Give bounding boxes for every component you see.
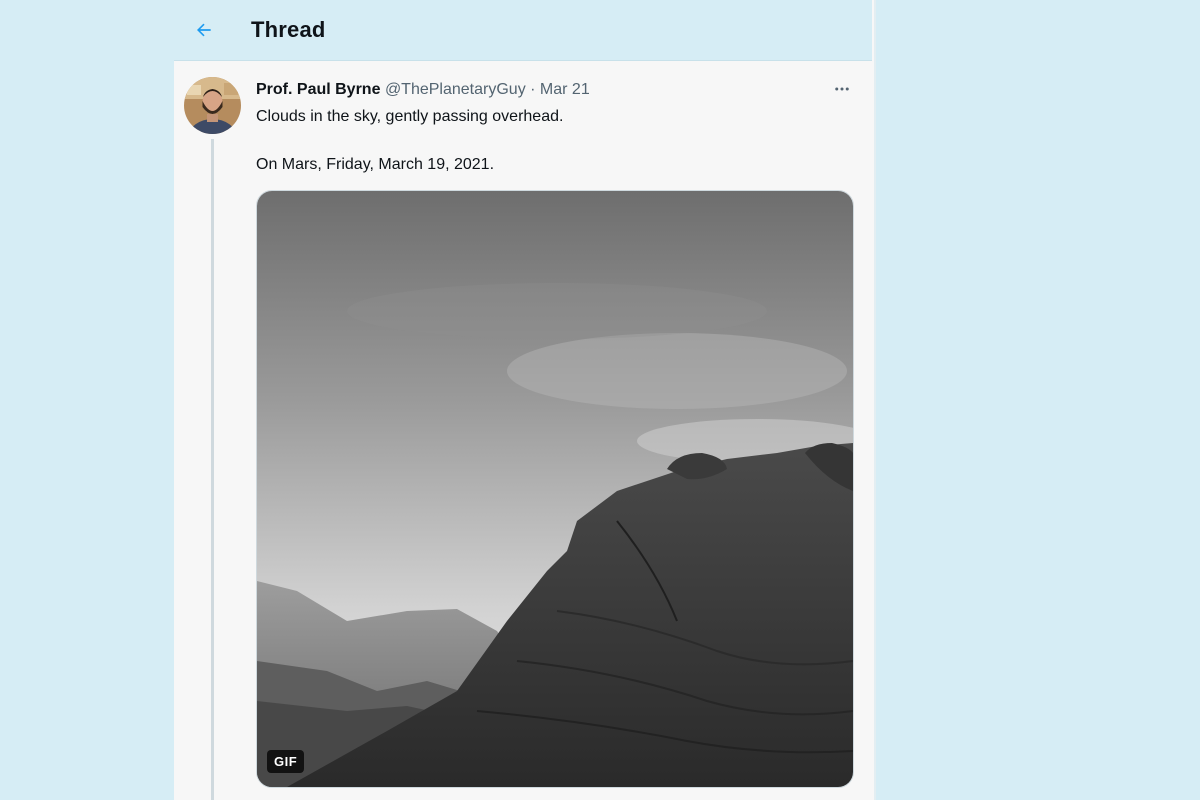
- tweet-text-line-2: On Mars, Friday, March 19, 2021.: [256, 156, 495, 173]
- arrow-left-icon: [197, 23, 211, 37]
- tweet: Prof. Paul Byrne @ThePlanetaryGuy · Mar …: [174, 61, 872, 800]
- separator-dot: ·: [530, 81, 536, 98]
- tweet-media-gif[interactable]: GIF: [256, 190, 854, 788]
- display-name[interactable]: Prof. Paul Byrne: [256, 81, 380, 98]
- mars-landscape-image: [257, 191, 853, 787]
- thread-connector-line: [211, 139, 214, 800]
- more-button[interactable]: [830, 77, 854, 101]
- more-horizontal-icon: [835, 87, 849, 91]
- avatar[interactable]: [184, 77, 241, 134]
- tweet-date[interactable]: Mar 21: [540, 81, 590, 98]
- page-title: Thread: [251, 17, 326, 42]
- thread-header: Thread: [174, 0, 872, 61]
- tweet-text-line-1: Clouds in the sky, gently passing overhe…: [256, 108, 564, 125]
- tweet-header: Prof. Paul Byrne @ThePlanetaryGuy · Mar …: [256, 81, 590, 99]
- gif-badge: GIF: [267, 750, 305, 773]
- back-button[interactable]: [188, 14, 220, 46]
- user-handle[interactable]: @ThePlanetaryGuy: [385, 81, 526, 98]
